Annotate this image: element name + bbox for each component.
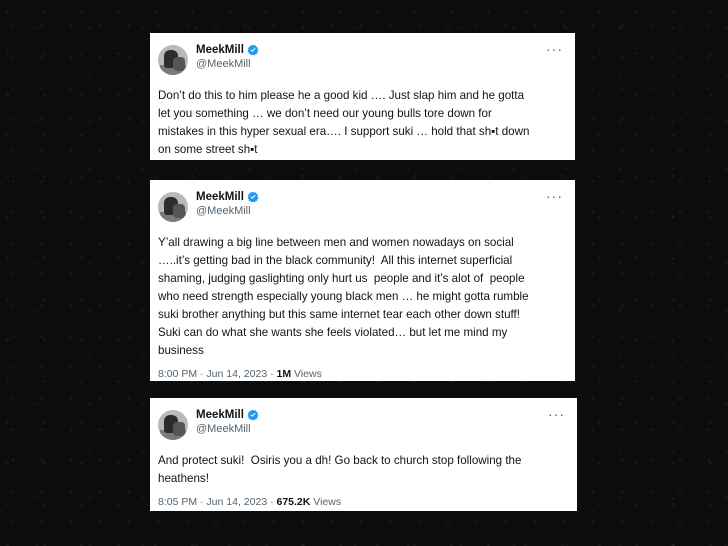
tweet-header: MeekMill @MeekMill ··· [158,41,565,77]
tweet-header: MeekMill @MeekMill ··· [158,406,567,442]
author-name[interactable]: MeekMill [196,43,244,57]
tweet-text: Y’all drawing a big line between men and… [158,236,529,357]
author-name[interactable]: MeekMill [196,190,244,204]
avatar[interactable] [158,410,188,440]
author-handle[interactable]: @MeekMill [196,422,259,436]
more-options-icon[interactable]: ··· [546,188,563,204]
author-name[interactable]: MeekMill [196,408,244,422]
views-label: Views [310,496,342,508]
tweet-timestamp[interactable]: 8:00 PM · Jun 14, 2023 · [158,368,276,380]
avatar[interactable] [158,45,188,75]
tweet-text: And protect suki! Osiris you a dh! Go ba… [158,454,522,485]
tweet-text: Don’t do this to him please he a good ki… [158,89,530,156]
tweet-card-3: MeekMill @MeekMill ··· And protect suki!… [150,398,577,511]
verified-badge-icon [247,44,259,56]
tweet-header: MeekMill @MeekMill ··· [158,188,565,224]
verified-badge-icon [247,191,259,203]
verified-badge-icon [247,409,259,421]
author-info: MeekMill @MeekMill [196,43,259,71]
author-handle[interactable]: @MeekMill [196,57,259,71]
avatar[interactable] [158,192,188,222]
author-handle[interactable]: @MeekMill [196,204,259,218]
more-options-icon[interactable]: ··· [546,41,563,57]
views-label: Views [291,368,322,380]
more-options-icon[interactable]: ··· [548,406,565,422]
tweet-card-1: MeekMill @MeekMill ··· Don’t do this to … [150,33,575,160]
tweet-meta: 8:00 PM · Jun 14, 2023 · 1M Views [158,368,565,380]
author-info: MeekMill @MeekMill [196,190,259,218]
views-count: 1M [276,368,292,380]
tweet-meta: 8:05 PM · Jun 14, 2023 · 675.2K Views [158,496,567,508]
author-info: MeekMill @MeekMill [196,408,259,436]
tweet-card-2: MeekMill @MeekMill ··· Y’all drawing a b… [150,180,575,381]
views-count: 675.2K [276,496,311,508]
tweet-timestamp[interactable]: 8:05 PM · Jun 14, 2023 · [158,496,276,508]
